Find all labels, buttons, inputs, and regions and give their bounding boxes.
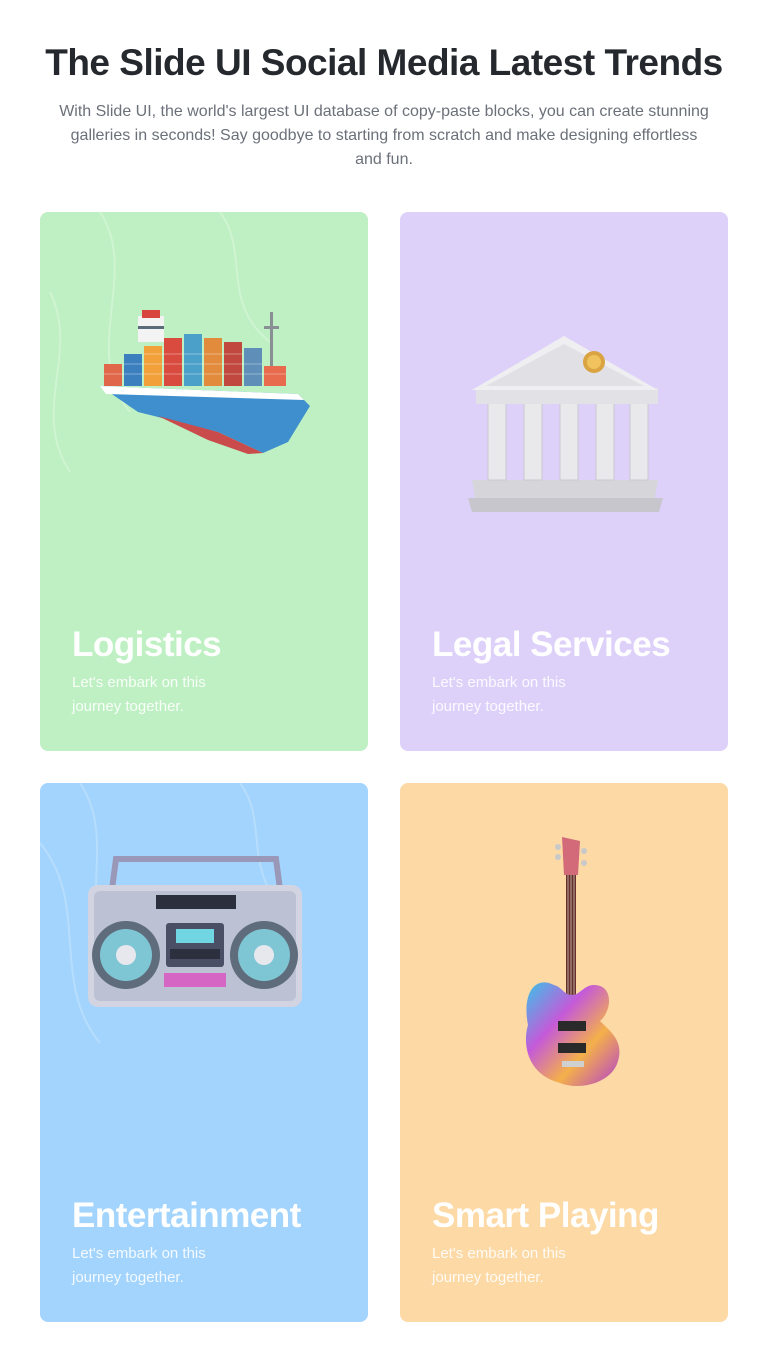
card-description: Let's embark on this journey together. — [72, 674, 206, 715]
card-description: Let's embark on this journey together. — [432, 674, 566, 715]
card-text: Logistics Let's embark on this journey t… — [72, 623, 342, 719]
card-entertainment[interactable]: Entertainment Let's embark on this journ… — [40, 783, 368, 1322]
boombox-illustration — [88, 856, 302, 1007]
cargo-ship-illustration — [100, 310, 310, 454]
card-text: Legal Services Let's embark on this jour… — [432, 623, 702, 719]
page-header: The Slide UI Social Media Latest Trends … — [0, 0, 768, 172]
card-title: Logistics — [72, 625, 222, 664]
card-text: Smart Playing Let's embark on this journ… — [432, 1194, 702, 1290]
card-smart-playing[interactable]: Smart Playing Let's embark on this journ… — [400, 783, 728, 1322]
category-grid: Logistics Let's embark on this journey t… — [40, 212, 728, 1322]
card-description: Let's embark on this journey together. — [72, 1245, 206, 1286]
bass-guitar-illustration — [525, 837, 620, 1087]
card-title: Entertainment — [72, 1196, 301, 1235]
card-legal-services[interactable]: Legal Services Let's embark on this jour… — [400, 212, 728, 751]
courthouse-illustration — [468, 336, 663, 512]
card-description: Let's embark on this journey together. — [432, 1245, 566, 1286]
page-subtitle: With Slide UI, the world's largest UI da… — [59, 103, 709, 168]
card-logistics[interactable]: Logistics Let's embark on this journey t… — [40, 212, 368, 751]
card-title: Legal Services — [432, 625, 671, 664]
card-title: Smart Playing — [432, 1196, 659, 1235]
page-title: The Slide UI Social Media Latest Trends — [45, 42, 723, 83]
card-text: Entertainment Let's embark on this journ… — [72, 1194, 342, 1290]
